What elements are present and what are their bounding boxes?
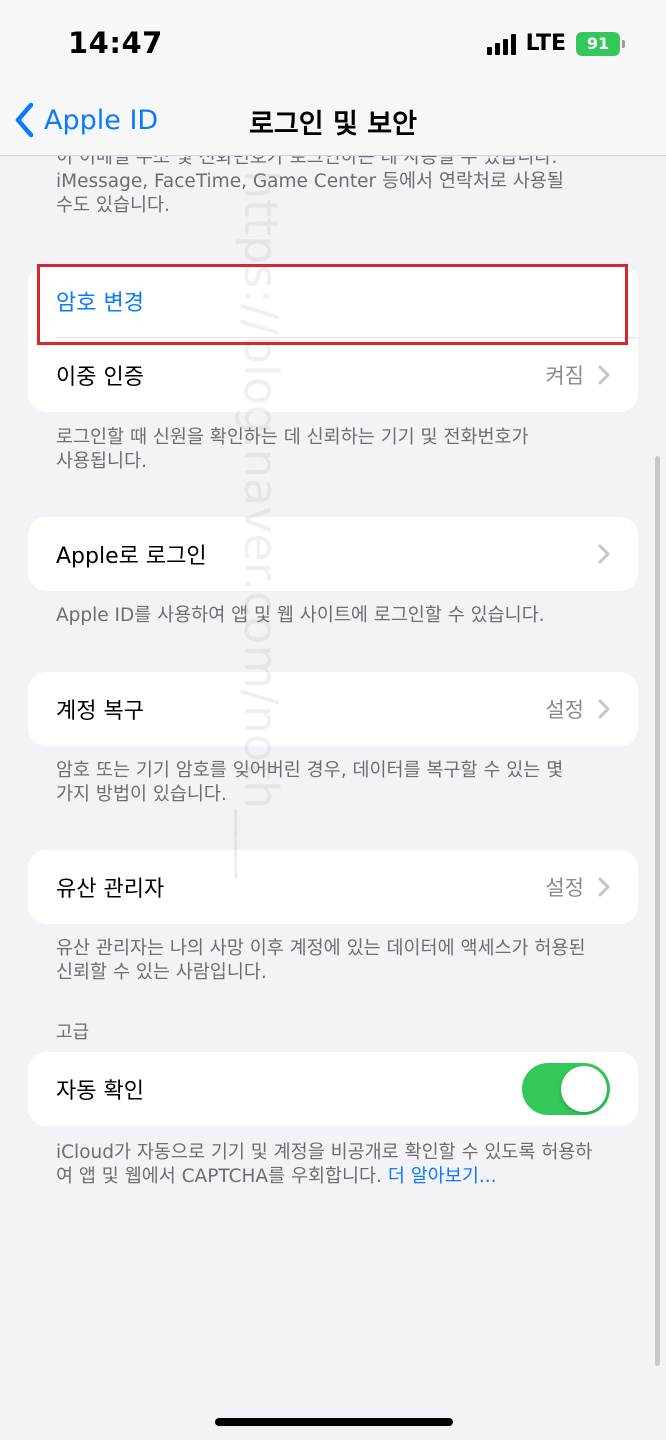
contact-note-line: 수도 있습니다. — [56, 195, 170, 216]
two-factor-row[interactable]: 이중 인증 켜짐 — [28, 338, 638, 412]
chevron-right-icon — [598, 544, 610, 564]
sign-in-with-apple-group: Apple로 로그인 — [28, 517, 638, 591]
automatic-verification-row: 자동 확인 — [28, 1052, 638, 1126]
legacy-contact-status: 설정 — [545, 876, 584, 900]
learn-more-link[interactable]: 더 알아보기... — [388, 1166, 497, 1187]
footnote-text: 여 앱 및 웹에서 CAPTCHA를 우회합니다. — [56, 1166, 382, 1187]
contact-info-note: 이 이메일 주소 및 전화번호가 로그인하는 데 사용될 수 있습니다. iMe… — [56, 146, 616, 218]
legacy-contact-label: 유산 관리자 — [56, 877, 165, 902]
footnote-line: 신뢰할 수 있는 사람입니다. — [56, 962, 267, 983]
two-factor-label: 이중 인증 — [56, 365, 144, 390]
footnote-line: 로그인할 때 신원을 확인하는 데 신뢰하는 기기 및 전화번호가 — [56, 427, 529, 448]
two-factor-status: 켜짐 — [545, 364, 584, 388]
home-indicator[interactable] — [215, 1418, 453, 1426]
battery-level: 91 — [586, 34, 610, 53]
footnote-line: Apple ID를 사용하여 앱 및 웹 사이트에 로그인할 수 있습니다. — [56, 605, 545, 626]
scroll-indicator[interactable] — [655, 456, 660, 1366]
section-header-advanced: 고급 — [56, 1022, 90, 1043]
account-recovery-label: 계정 복구 — [56, 699, 144, 724]
chevron-right-icon — [598, 877, 610, 897]
highlight-annotation-box — [37, 264, 628, 345]
footnote-line: iCloud가 자동으로 기기 및 계정을 비공개로 확인할 수 있도록 허용하 — [56, 1142, 593, 1163]
advanced-group: 자동 확인 — [28, 1052, 638, 1126]
account-recovery-status: 설정 — [545, 698, 584, 722]
automatic-verification-label: 자동 확인 — [56, 1079, 144, 1104]
sign-in-with-apple-row[interactable]: Apple로 로그인 — [28, 517, 638, 591]
chevron-right-icon — [598, 365, 610, 385]
cellular-signal-icon — [486, 33, 516, 55]
footnote-line: 사용됩니다. — [56, 451, 147, 472]
account-recovery-group: 계정 복구 설정 — [28, 672, 638, 746]
status-time: 14:47 — [68, 26, 163, 60]
footnote-line-with-link: 여 앱 및 웹에서 CAPTCHA를 우회합니다. 더 알아보기... — [56, 1165, 616, 1189]
footnote-line: 암호 또는 기기 암호를 잊어버린 경우, 데이터를 복구할 수 있는 몇 — [56, 760, 564, 781]
contact-note-line: iMessage, FaceTime, Game Center 등에서 연락처로… — [56, 171, 564, 192]
navigation-bar: Apple ID 로그인 및 보안 — [0, 86, 666, 156]
legacy-contact-row[interactable]: 유산 관리자 설정 — [28, 850, 638, 924]
account-recovery-row[interactable]: 계정 복구 설정 — [28, 672, 638, 746]
legacy-contact-group: 유산 관리자 설정 — [28, 850, 638, 924]
toggle-knob — [561, 1066, 607, 1112]
status-bar: 14:47 LTE 91 — [0, 0, 666, 86]
automatic-verification-toggle[interactable] — [522, 1063, 610, 1115]
network-type: LTE — [525, 31, 566, 56]
footnote-line: 유산 관리자는 나의 사망 이후 계정에 있는 데이터에 액세스가 허용된 — [56, 938, 586, 959]
automatic-verification-footnote: iCloud가 자동으로 기기 및 계정을 비공개로 확인할 수 있도록 허용하… — [56, 1141, 616, 1189]
sign-in-with-apple-footnote: Apple ID를 사용하여 앱 및 웹 사이트에 로그인할 수 있습니다. — [56, 604, 616, 628]
chevron-right-icon — [598, 699, 610, 719]
sign-in-with-apple-label: Apple로 로그인 — [56, 544, 207, 569]
footnote-line: 가지 방법이 있습니다. — [56, 784, 227, 805]
battery-icon: 91 — [576, 31, 625, 56]
page-title: 로그인 및 보안 — [249, 109, 417, 140]
two-factor-footnote: 로그인할 때 신원을 확인하는 데 신뢰하는 기기 및 전화번호가 사용됩니다. — [56, 426, 616, 474]
legacy-contact-footnote: 유산 관리자는 나의 사망 이후 계정에 있는 데이터에 액세스가 허용된 신뢰… — [56, 937, 616, 985]
status-icons: LTE 91 — [486, 31, 625, 56]
account-recovery-footnote: 암호 또는 기기 암호를 잊어버린 경우, 데이터를 복구할 수 있는 몇 가지… — [56, 759, 616, 807]
